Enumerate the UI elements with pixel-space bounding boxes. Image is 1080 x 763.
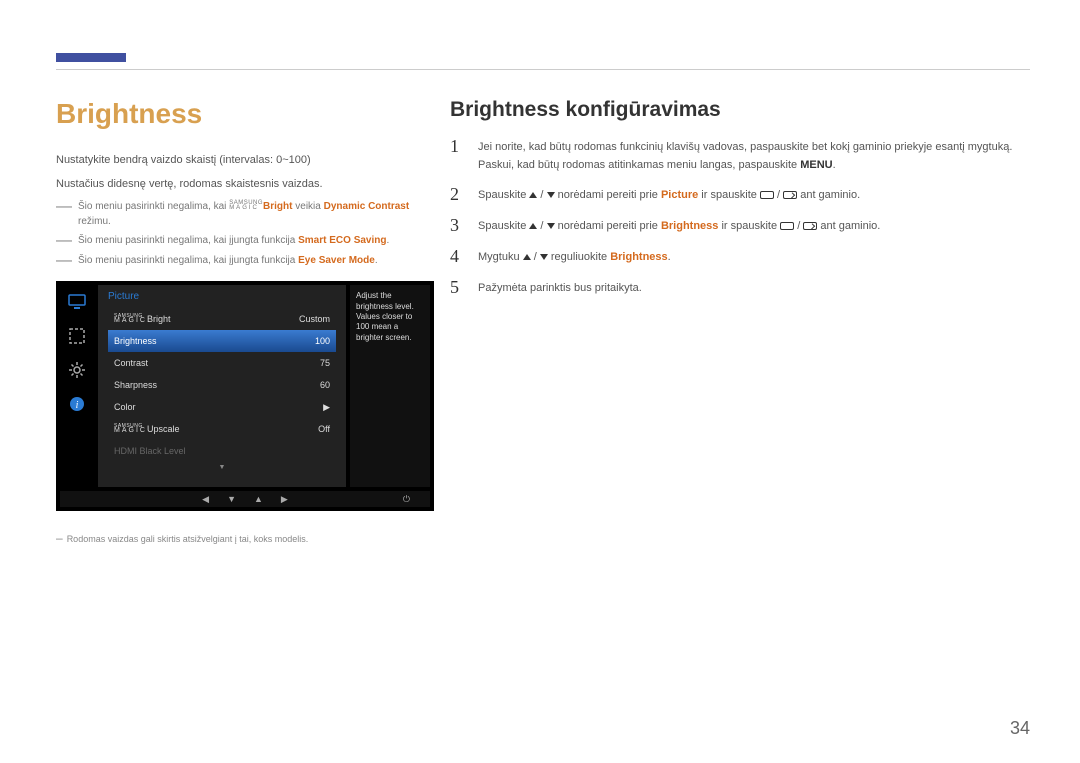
note-dash-icon: ―	[56, 253, 72, 269]
button-icon	[780, 222, 794, 230]
right-column: Brightness konfigūravimas 1 Jei norite, …	[450, 98, 1030, 308]
header-divider	[56, 69, 1030, 70]
step-1-text: Jei norite, kad būtų rodomas funkcinių k…	[478, 136, 1030, 174]
step-1: 1 Jei norite, kad būtų rodomas funkcinių…	[450, 136, 1030, 174]
step-number: 4	[450, 246, 466, 267]
model-footnote: –Rodomas vaizdas gali skirtis atsižvelgi…	[56, 531, 436, 545]
osd-row-brightness: Brightness 100	[108, 330, 336, 352]
osd-sidebar: i	[60, 285, 94, 487]
step-number: 1	[450, 136, 466, 157]
osd-row-color: Color ▶	[108, 396, 336, 418]
note-3: ― Šio meniu pasirinkti negalima, kai įju…	[56, 253, 436, 269]
power-icon: ⏻	[403, 494, 410, 505]
frame-icon	[66, 325, 88, 347]
osd-row-contrast: Contrast 75	[108, 352, 336, 374]
step-number: 5	[450, 277, 466, 298]
intro-text-2: Nustačius didesnę vertę, rodomas skaiste…	[56, 176, 436, 194]
triangle-down-icon	[547, 223, 555, 229]
osd-row-upscale: SAMSUNGMAGICUpscale Off	[108, 418, 336, 440]
step-number: 3	[450, 215, 466, 236]
info-icon: i	[66, 393, 88, 415]
osd-title: Picture	[108, 291, 336, 302]
triangle-up-icon	[523, 254, 531, 260]
step-5-text: Pažymėta parinktis bus pritaikyta.	[478, 277, 642, 298]
button-icon	[760, 191, 774, 199]
step-2-text: Spauskite / norėdami pereiti prie Pictur…	[478, 184, 860, 205]
osd-screenshot: i Picture SAMSUNGMAGICBright Custom Brig…	[56, 281, 434, 511]
nav-right-icon: ▶	[281, 494, 288, 505]
step-4-text: Mygtuku / reguliuokite Brightness.	[478, 246, 671, 267]
note-2: ― Šio meniu pasirinkti negalima, kai įju…	[56, 233, 436, 249]
osd-main-panel: Picture SAMSUNGMAGICBright Custom Bright…	[98, 285, 346, 487]
header-accent-bar	[56, 53, 126, 62]
intro-text-1: Nustatykite bendrą vaizdo skaistį (inter…	[56, 152, 436, 170]
triangle-up-icon	[529, 192, 537, 198]
step-number: 2	[450, 184, 466, 205]
note-1-text: Šio meniu pasirinkti negalima, kai SAMSU…	[78, 199, 436, 229]
triangle-down-icon	[547, 192, 555, 198]
step-4: 4 Mygtuku / reguliuokite Brightness.	[450, 246, 1030, 267]
svg-text:i: i	[76, 400, 79, 411]
osd-description-panel: Adjust the brightness level. Values clos…	[350, 285, 430, 487]
osd-row-hdmi: HDMI Black Level	[108, 440, 336, 462]
nav-down-icon: ▼	[227, 494, 236, 504]
step-3: 3 Spauskite / norėdami pereiti prie Brig…	[450, 215, 1030, 236]
triangle-down-icon	[540, 254, 548, 260]
chevron-down-icon: ▼	[108, 464, 336, 471]
step-5: 5 Pažymėta parinktis bus pritaikyta.	[450, 277, 1030, 298]
page-title: Brightness	[56, 98, 436, 130]
monitor-icon	[66, 291, 88, 313]
left-column: Brightness Nustatykite bendrą vaizdo ska…	[56, 98, 436, 545]
note-1: ― Šio meniu pasirinkti negalima, kai SAM…	[56, 199, 436, 229]
note-3-text: Šio meniu pasirinkti negalima, kai įjung…	[78, 253, 378, 268]
step-2: 2 Spauskite / norėdami pereiti prie Pict…	[450, 184, 1030, 205]
button-enter-icon	[803, 222, 817, 230]
nav-left-icon: ◀	[202, 494, 209, 505]
section-heading: Brightness konfigūravimas	[450, 98, 1030, 122]
osd-row-magicbright: SAMSUNGMAGICBright Custom	[108, 308, 336, 330]
nav-up-icon: ▲	[254, 494, 263, 504]
triangle-up-icon	[529, 223, 537, 229]
button-enter-icon	[783, 191, 797, 199]
osd-nav-bar: ◀ ▼ ▲ ▶ ⏻	[60, 491, 430, 507]
note-2-text: Šio meniu pasirinkti negalima, kai įjung…	[78, 233, 389, 248]
gear-icon	[66, 359, 88, 381]
page-number: 34	[1010, 718, 1030, 739]
note-dash-icon: ―	[56, 233, 72, 249]
step-3-text: Spauskite / norėdami pereiti prie Bright…	[478, 215, 880, 236]
osd-row-sharpness: Sharpness 60	[108, 374, 336, 396]
note-dash-icon: ―	[56, 199, 72, 215]
